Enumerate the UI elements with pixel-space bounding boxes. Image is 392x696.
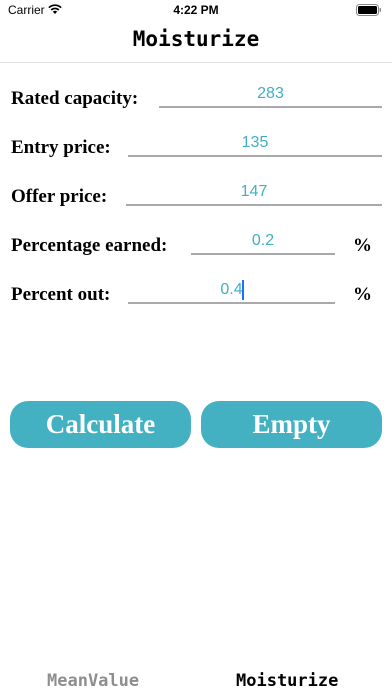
percentage-earned-row: Percentage earned: %	[0, 225, 392, 269]
tab-moisturize[interactable]: Moisturize	[236, 671, 338, 691]
empty-button[interactable]: Empty	[201, 401, 382, 448]
entry-price-label: Entry price:	[11, 137, 111, 158]
battery-icon	[356, 4, 381, 16]
text-cursor	[242, 280, 244, 300]
tab-bar: MeanValue Moisturize	[0, 668, 392, 696]
percent-out-label: Percent out:	[11, 284, 111, 305]
percentage-earned-input[interactable]	[191, 229, 335, 255]
rated-capacity-label: Rated capacity:	[11, 88, 139, 109]
calculate-button[interactable]: Calculate	[10, 401, 191, 448]
offer-price-row: Offer price:	[0, 176, 392, 220]
offer-price-input[interactable]	[126, 180, 382, 206]
percent-out-unit: %	[353, 284, 372, 305]
entry-price-row: Entry price:	[0, 127, 392, 171]
nav-divider	[0, 62, 392, 63]
entry-price-input[interactable]	[128, 131, 382, 157]
rated-capacity-input[interactable]	[159, 82, 382, 108]
percent-out-row: Percent out: %	[0, 274, 392, 318]
percentage-earned-label: Percentage earned:	[11, 235, 168, 256]
rated-capacity-row: Rated capacity:	[0, 78, 392, 122]
clock: 4:22 PM	[173, 3, 219, 17]
offer-price-label: Offer price:	[11, 186, 108, 207]
tab-meanvalue[interactable]: MeanValue	[47, 671, 139, 691]
percent-out-input[interactable]	[128, 278, 335, 304]
page-title: Moisturize	[132, 27, 260, 51]
status-bar: Carrier 4:22 PM	[0, 0, 392, 22]
percentage-earned-unit: %	[353, 235, 372, 256]
